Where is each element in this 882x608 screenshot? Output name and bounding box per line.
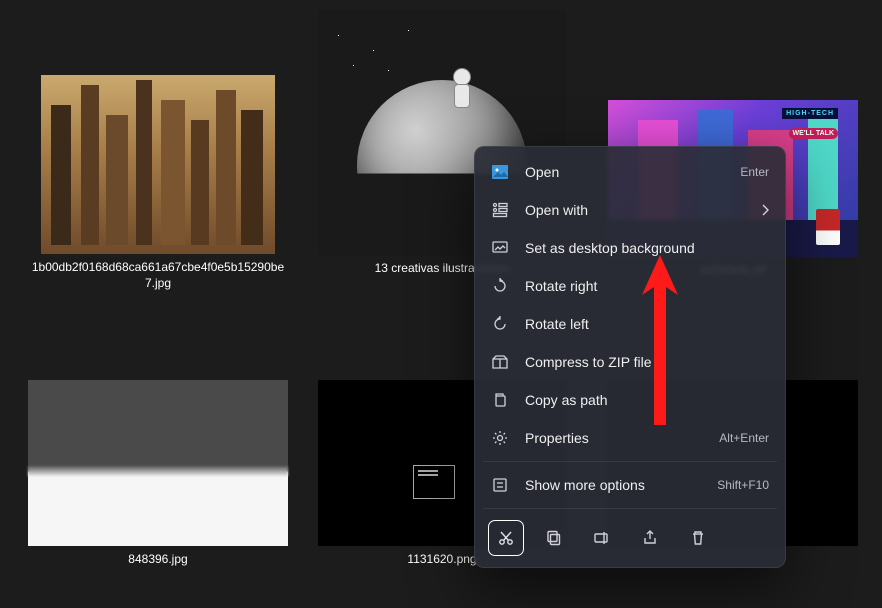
- open-image-icon: [491, 163, 509, 181]
- delete-button[interactable]: [681, 521, 715, 555]
- menu-item-label: Open: [525, 164, 724, 180]
- menu-item-label: Rotate left: [525, 316, 769, 332]
- rename-icon: [593, 529, 611, 547]
- menu-item-properties[interactable]: Properties Alt+Enter: [475, 419, 785, 457]
- menu-item-label: Show more options: [525, 477, 701, 493]
- thumbnail-item[interactable]: 1b00db2f0168d68ca661a67cbe4f0e5b15290be7…: [28, 75, 288, 291]
- menu-item-label: Copy as path: [525, 392, 769, 408]
- menu-item-rotate-right[interactable]: Rotate right: [475, 267, 785, 305]
- menu-item-hint: Enter: [740, 165, 769, 179]
- zip-icon: [491, 353, 509, 371]
- thumbnail-image: [41, 75, 275, 254]
- menu-item-hint: Alt+Enter: [719, 431, 769, 445]
- menu-item-label: Compress to ZIP file: [525, 354, 769, 370]
- menu-item-rotate-left[interactable]: Rotate left: [475, 305, 785, 343]
- chevron-right-icon: [761, 204, 769, 216]
- menu-item-hint: Shift+F10: [717, 478, 769, 492]
- thumbnail-image: [28, 380, 288, 546]
- menu-item-compress-zip[interactable]: Compress to ZIP file: [475, 343, 785, 381]
- menu-item-open[interactable]: Open Enter: [475, 153, 785, 191]
- open-with-icon: [491, 201, 509, 219]
- thumbnail-item[interactable]: 848396.jpg: [28, 380, 288, 568]
- menu-item-open-with[interactable]: Open with: [475, 191, 785, 229]
- menu-separator: [483, 508, 777, 509]
- more-options-icon: [491, 476, 509, 494]
- menu-toolbar: [475, 513, 785, 561]
- menu-item-copy-path[interactable]: Copy as path: [475, 381, 785, 419]
- file-gallery: 1b00db2f0168d68ca661a67cbe4f0e5b15290be7…: [0, 0, 882, 608]
- share-icon: [641, 529, 659, 547]
- context-menu: Open Enter Open with Set as desktop back…: [474, 146, 786, 568]
- rotate-left-icon: [491, 315, 509, 333]
- copy-path-icon: [491, 391, 509, 409]
- neon-sign: HIGH-TECH: [782, 108, 838, 119]
- menu-item-label: Rotate right: [525, 278, 769, 294]
- cut-button[interactable]: [489, 521, 523, 555]
- desktop-bg-icon: [491, 239, 509, 257]
- copy-icon: [545, 529, 563, 547]
- thumbnail-caption: 848396.jpg: [28, 552, 288, 568]
- menu-separator: [483, 461, 777, 462]
- cut-icon: [497, 529, 515, 547]
- rename-button[interactable]: [585, 521, 619, 555]
- menu-item-show-more-options[interactable]: Show more options Shift+F10: [475, 466, 785, 504]
- delete-icon: [689, 529, 707, 547]
- menu-item-label: Open with: [525, 202, 745, 218]
- thumbnail-caption: 1b00db2f0168d68ca661a67cbe4f0e5b15290be7…: [28, 260, 288, 291]
- rotate-right-icon: [491, 277, 509, 295]
- neon-sign: WE'LL TALK: [789, 128, 838, 139]
- properties-icon: [491, 429, 509, 447]
- share-button[interactable]: [633, 521, 667, 555]
- menu-item-label: Properties: [525, 430, 703, 446]
- menu-item-set-desktop-background[interactable]: Set as desktop background: [475, 229, 785, 267]
- copy-button[interactable]: [537, 521, 571, 555]
- menu-item-label: Set as desktop background: [525, 240, 769, 256]
